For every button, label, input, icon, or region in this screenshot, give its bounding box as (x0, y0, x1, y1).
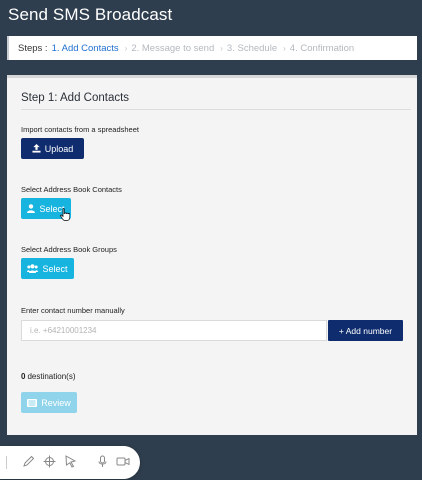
upload-button[interactable]: Upload (21, 138, 84, 159)
hand-pointer-icon (60, 208, 70, 221)
step-add-contacts[interactable]: 1. Add Contacts (52, 43, 119, 54)
step-separator-icon: › (283, 43, 286, 53)
step-separator-icon: › (124, 43, 128, 53)
destination-count-suffix: destination(s) (27, 372, 76, 381)
add-number-button[interactable]: + Add number (328, 320, 403, 341)
annotation-toolbar (0, 446, 140, 479)
crosshair-icon[interactable] (43, 455, 56, 468)
step-confirmation[interactable]: 4. Confirmation (290, 43, 354, 54)
group-icon (27, 264, 39, 273)
add-contacts-panel: Step 1: Add Contacts Import contacts fro… (7, 75, 417, 435)
steps-breadcrumb: Steps : 1. Add Contacts › 2. Message to … (7, 36, 417, 60)
import-label: Import contacts from a spreadsheet (21, 125, 139, 134)
step-schedule[interactable]: 3. Schedule (227, 43, 277, 54)
page-title: Send SMS Broadcast (8, 5, 173, 24)
list-icon (27, 398, 38, 407)
select-groups-button[interactable]: Select (21, 258, 74, 279)
steps-label: Steps : (18, 42, 48, 54)
step-message-to-send[interactable]: 2. Message to send (131, 43, 214, 54)
panel-heading: Step 1: Add Contacts (21, 92, 411, 110)
pointer-icon[interactable] (64, 455, 77, 468)
video-icon[interactable] (116, 455, 130, 468)
address-book-label: Select Address Book Contacts (21, 185, 122, 194)
toolbar-divider (6, 456, 7, 469)
upload-icon (32, 144, 41, 153)
manual-entry-label: Enter contact number manually (21, 306, 125, 315)
upload-button-label: Upload (44, 143, 74, 154)
review-button-label: Review (41, 397, 71, 408)
pen-icon[interactable] (22, 455, 35, 468)
user-icon (27, 204, 36, 213)
destination-count: 0 destination(s) (21, 372, 75, 381)
review-button[interactable]: Review (21, 392, 77, 413)
select-groups-label: Select (42, 263, 68, 274)
step-separator-icon: › (220, 43, 223, 53)
address-groups-label: Select Address Book Groups (21, 245, 117, 254)
destination-count-value: 0 (21, 372, 26, 381)
microphone-icon[interactable] (96, 455, 109, 468)
contact-number-input[interactable] (21, 320, 327, 341)
